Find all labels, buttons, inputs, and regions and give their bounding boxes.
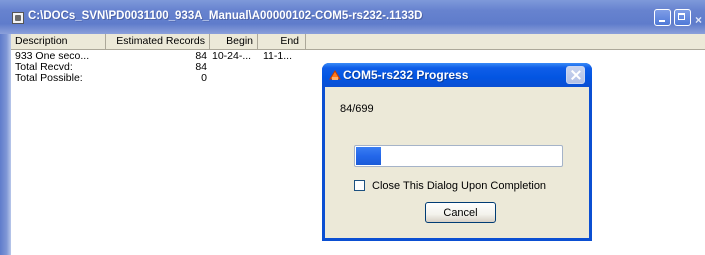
list-header: Description Estimated Records Begin End <box>11 34 705 50</box>
row-description: 933 One seco... <box>15 51 90 62</box>
maximize-button[interactable] <box>674 9 691 26</box>
minimize-button[interactable] <box>654 9 671 26</box>
column-header-description[interactable]: Description <box>11 34 106 49</box>
column-header-begin[interactable]: Begin <box>210 34 258 49</box>
window-left-border <box>0 34 11 255</box>
dialog-body: 84/699 Close This Dialog Upon Completion… <box>325 87 589 238</box>
row-description: Total Possible: <box>15 73 83 84</box>
main-window-title: C:\DOCs_SVN\PD0031100_933A_Manual\A00000… <box>28 10 423 22</box>
progress-bar <box>354 145 563 167</box>
progress-count-text: 84/699 <box>340 103 374 115</box>
close-on-completion-checkbox[interactable] <box>354 180 365 191</box>
column-header-end[interactable]: End <box>258 34 306 49</box>
cancel-button[interactable]: Cancel <box>425 202 496 223</box>
close-on-completion-label[interactable]: Close This Dialog Upon Completion <box>372 179 546 193</box>
dialog-title: COM5-rs232 Progress <box>343 68 469 82</box>
row-estimated-records: 84 <box>195 61 207 73</box>
row-estimated-records: 0 <box>201 72 207 84</box>
table-row[interactable]: 933 One seco... 84 10-24-... 11-1... <box>11 51 705 62</box>
row-begin: 10-24-... <box>212 50 252 62</box>
progress-bar-fill <box>356 147 381 165</box>
row-estimated-records: 84 <box>195 50 207 62</box>
column-header-estimated-records[interactable]: Estimated Records <box>106 34 210 49</box>
dialog-close-button[interactable] <box>566 66 585 84</box>
progress-dialog: COM5-rs232 Progress 84/699 Close This Di… <box>322 63 592 241</box>
row-description: Total Recvd: <box>15 62 73 73</box>
dialog-titlebar[interactable]: COM5-rs232 Progress <box>322 63 592 87</box>
document-window-icon <box>12 12 24 24</box>
row-end: 11-1... <box>263 50 292 62</box>
close-icon[interactable]: × <box>695 13 702 27</box>
app-dialog-icon <box>329 70 341 80</box>
main-titlebar[interactable]: C:\DOCs_SVN\PD0031100_933A_Manual\A00000… <box>0 0 705 34</box>
